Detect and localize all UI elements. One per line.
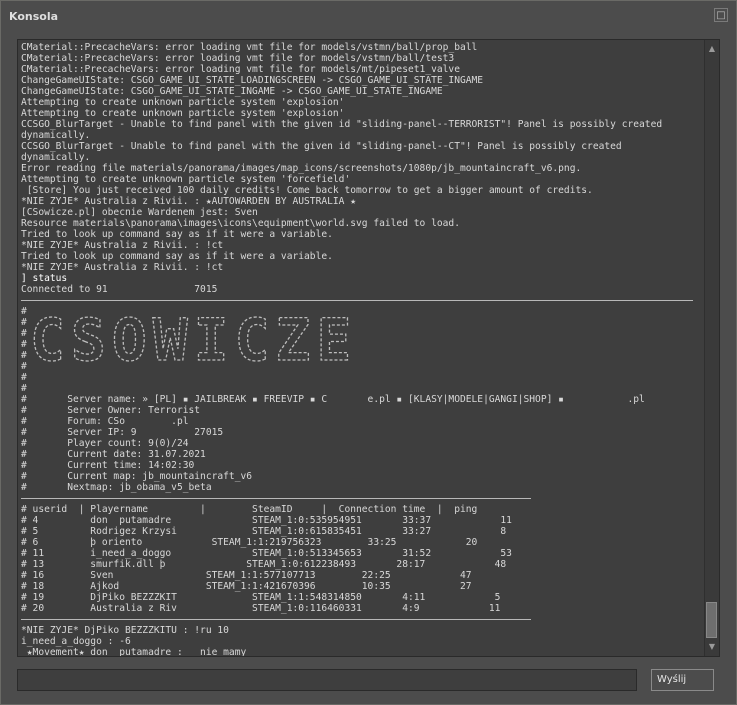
console-line: # Current map: jb_mountaincraft_v6	[21, 471, 253, 482]
console-line: Tried to look up command say as if it we…	[21, 251, 333, 262]
console-line: CMaterial::PrecacheVars: error loading v…	[21, 53, 455, 64]
console-line: *NIE ŻYJE* DjPiko BEZZZKITU : !ru 10	[21, 625, 229, 636]
console-line: *NIE ŻYJE* Australia z Rivii. : !ct	[21, 262, 224, 273]
console-line: CMaterial::PrecacheVars: error loading v…	[21, 64, 460, 75]
console-line: # Server name: » [PL] ▪ JAILBREAK ▪ FREE…	[21, 394, 645, 405]
console-output[interactable]: CMaterial::PrecacheVars: error loading v…	[17, 39, 720, 657]
console-line: # 16 Sven STEAM_1:1:577107713 22:25 47	[21, 570, 472, 581]
console-line: # Nextmap: jb_obama_v5_beta	[21, 482, 212, 493]
console-line: #	[21, 383, 27, 394]
console-line: ★Movement★ don putamadre : nie mamy	[21, 647, 247, 657]
console-line: Attempting to create unknown particle sy…	[21, 174, 351, 185]
console-line: Attempting to create unknown particle sy…	[21, 108, 345, 119]
console-line: # Current date: 31.07.2021	[21, 449, 206, 460]
console-line: # userid | Playername | SteamID | Connec…	[21, 504, 478, 515]
separator-line	[21, 493, 701, 504]
console-line: # 6 þ oriento STEAM_1:1:219756323 33:25 …	[21, 537, 478, 548]
console-line: # 13 smurfik.dll þ STEAM_1:0:612238493 2…	[21, 559, 507, 570]
console-line: # Server IP: 9 27015	[21, 427, 224, 438]
separator-line	[21, 295, 701, 306]
console-window: Konsola □ CMaterial::PrecacheVars: error…	[0, 0, 737, 705]
command-input[interactable]	[17, 669, 637, 691]
console-line: Tried to look up command say as if it we…	[21, 229, 333, 240]
console-line: # 5 Rodrigez Krzysi STEAM_1:0:615835451 …	[21, 526, 507, 537]
console-scrollbar[interactable]: ▲ ▼	[704, 40, 719, 656]
console-line: # 11 i_need_a_doggo STEAM_1:0:513345653 …	[21, 548, 512, 559]
console-line: dynamically.	[21, 130, 91, 141]
console-line: # Server Owner: Terrorist	[21, 405, 201, 416]
scrollbar-thumb[interactable]	[706, 602, 717, 638]
console-line: CCSGO_BlurTarget - Unable to find panel …	[21, 119, 663, 130]
ascii-banner-text: CSOWICZE	[30, 308, 357, 368]
console-line: [Store] You just received 100 daily cred…	[21, 185, 593, 196]
console-line: *NIE ŻYJE* Australia z Rivii. : !ct	[21, 240, 224, 251]
separator-line	[21, 614, 701, 625]
scroll-down-icon[interactable]: ▼	[705, 640, 719, 654]
console-line: ] status	[21, 273, 68, 284]
send-button[interactable]: Wyślij	[651, 669, 714, 691]
console-line: # Player count: 9(0)/24	[21, 438, 189, 449]
console-line: # 18 Ajkod STEAM_1:1:421670396 10:35 27	[21, 581, 472, 592]
console-line: Error reading file materials/panorama/im…	[21, 163, 582, 174]
console-line: Attempting to create unknown particle sy…	[21, 97, 345, 108]
console-line: # 19 DjPiko BEZZZKIT STEAM_1:1:548314850…	[21, 592, 501, 603]
close-icon[interactable]: □	[714, 8, 728, 22]
console-line: CCSGO_BlurTarget - Unable to find panel …	[21, 141, 622, 152]
console-line: [CSowicze.pl] obecnie Wardenem jest: Sve…	[21, 207, 258, 218]
title-bar[interactable]: Konsola □	[1, 1, 736, 31]
console-line: Connected to 91 7015	[21, 284, 218, 295]
server-ascii-banner: CSOWICZE	[30, 308, 357, 368]
console-line: #	[21, 372, 27, 383]
console-line: # 4 don putamadre STEAM_1:0:535954951 33…	[21, 515, 512, 526]
console-line: CMaterial::PrecacheVars: error loading v…	[21, 42, 478, 53]
console-line: # Current time: 14:02:30	[21, 460, 195, 471]
console-line: ChangeGameUIState: CSGO_GAME_UI_STATE_LO…	[21, 75, 484, 86]
console-line: i_need_a_doggo : -6	[21, 636, 131, 647]
console-line: # Forum: CSo .pl	[21, 416, 189, 427]
window-title: Konsola	[9, 10, 59, 23]
scroll-up-icon[interactable]: ▲	[705, 42, 719, 56]
console-line: Resource materials\panorama\images\icons…	[21, 218, 460, 229]
console-line: *NIE ŻYJE* Australia z Rivii. : ★AUTOWAR…	[21, 196, 357, 207]
console-line: dynamically.	[21, 152, 91, 163]
console-line: ChangeGameUIState: CSGO_GAME_UI_STATE_IN…	[21, 86, 443, 97]
console-line: # 20 Australia z Riv STEAM_1:0:116460331…	[21, 603, 501, 614]
